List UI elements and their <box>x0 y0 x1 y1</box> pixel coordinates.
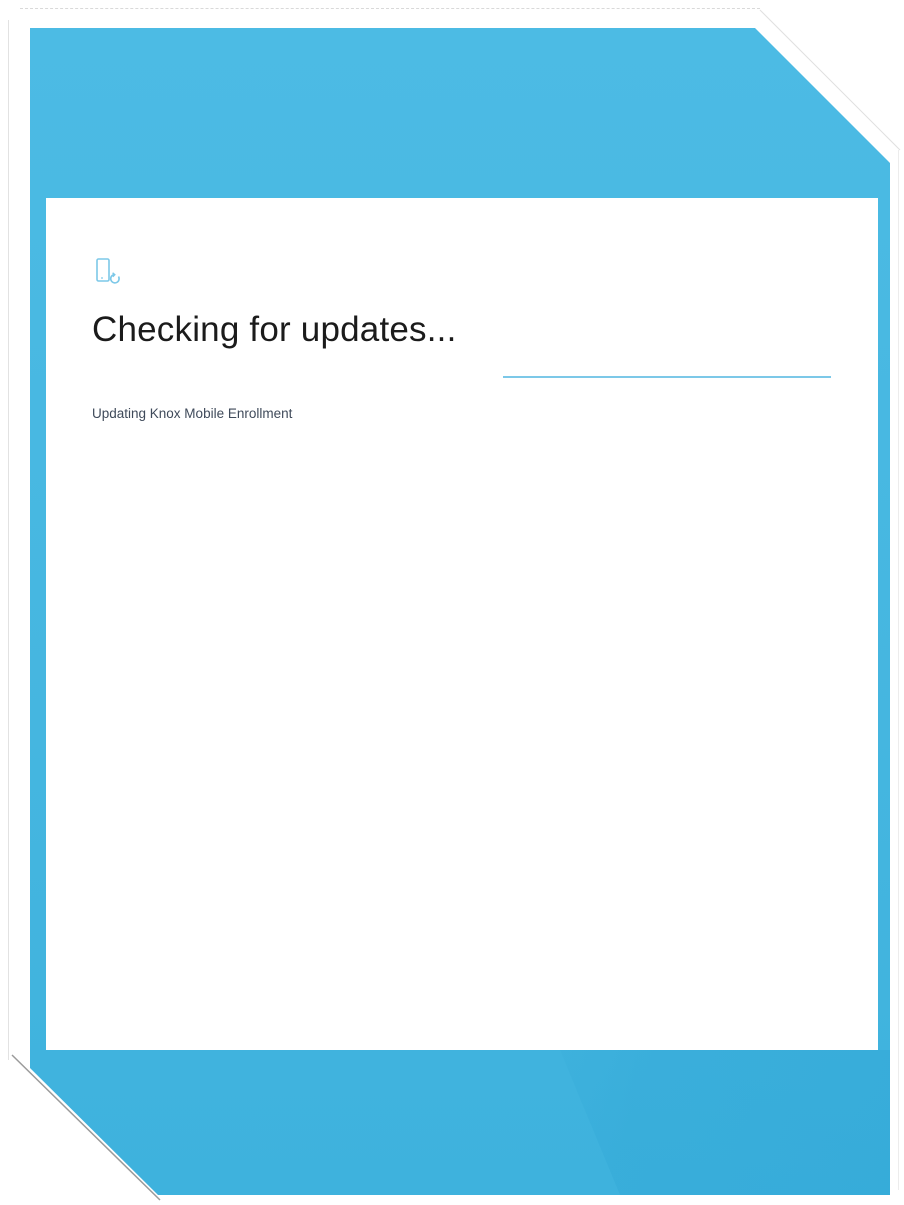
page-title: Checking for updates... <box>92 310 457 349</box>
phone-refresh-icon <box>94 256 124 286</box>
device-screen: Checking for updates... Updating Knox Mo… <box>46 198 878 1050</box>
update-progress-fill <box>503 376 831 378</box>
update-progress-bar <box>503 376 831 378</box>
status-message: Updating Knox Mobile Enrollment <box>92 406 293 421</box>
scanned-page: Checking for updates... Updating Knox Mo… <box>0 0 904 1205</box>
